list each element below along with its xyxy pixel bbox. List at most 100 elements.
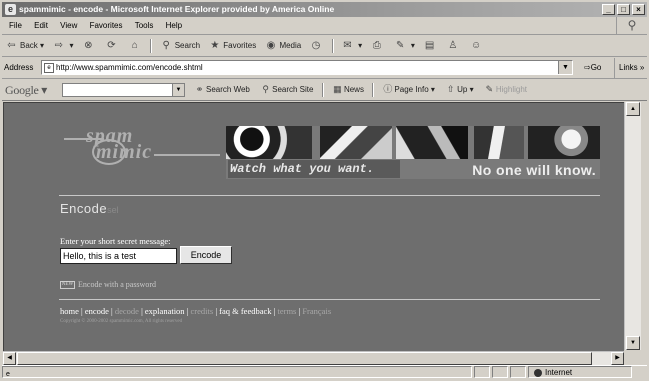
back-button[interactable]: ⇦ Back ▾ <box>5 36 44 56</box>
back-label: Back <box>20 41 38 50</box>
scrollbar-corner <box>624 351 641 364</box>
links-button[interactable]: Links » <box>614 58 644 78</box>
research-button[interactable]: ♙ <box>446 36 461 56</box>
menu-help[interactable]: Help <box>166 18 182 34</box>
close-button[interactable]: × <box>632 4 645 15</box>
copyright-text: Copyright © 2000-2002 spammimic.com, All… <box>60 319 183 324</box>
google-logo[interactable]: Google ▾ <box>5 80 47 100</box>
up-button[interactable]: ⇧ Up ▾ <box>445 80 474 100</box>
google-search-input[interactable]: ▼ <box>62 83 185 97</box>
favorites-label: Favorites <box>223 41 257 50</box>
media-button[interactable]: ◉ Media <box>264 36 302 56</box>
history-icon: ◷ <box>311 40 321 52</box>
menu-favorites[interactable]: Favorites <box>90 18 123 34</box>
history-button[interactable]: ◷ <box>309 36 324 56</box>
scroll-up-arrow-icon[interactable]: ▲ <box>626 102 640 116</box>
nav-faq[interactable]: faq & feedback <box>219 306 271 316</box>
edit-button[interactable]: ✎ ▾ <box>394 36 415 56</box>
home-button[interactable]: ⌂ <box>128 36 143 56</box>
ie-app-icon[interactable]: e <box>5 4 16 15</box>
browser-window: e spammimic - encode - Microsoft Interne… <box>0 0 649 378</box>
search-icon: ⚲ <box>162 40 170 52</box>
highlight-label: Highlight <box>495 85 528 94</box>
horizontal-scroll-thumb[interactable] <box>17 352 592 365</box>
secret-message-input[interactable]: Hello, this is a test <box>60 248 177 264</box>
page-content: spam mimic Watch what you want. No one w… <box>3 102 624 351</box>
spammimic-logo[interactable]: spam mimic <box>64 125 220 167</box>
title-bar: e spammimic - encode - Microsoft Interne… <box>2 2 647 17</box>
banner-photo-2 <box>320 126 392 159</box>
encode-password-link[interactable]: NEW Encode with a password <box>60 280 156 290</box>
forward-button[interactable]: ⇨ ▾ <box>52 36 74 56</box>
status-pane-1 <box>474 366 490 378</box>
menu-edit[interactable]: Edit <box>34 18 48 34</box>
banner-photo-4 <box>474 126 524 159</box>
toolbar-separator <box>331 38 334 53</box>
menu-view[interactable]: View <box>60 18 77 34</box>
nav-home[interactable]: home <box>60 306 79 316</box>
search-button[interactable]: ⚲ Search <box>160 36 201 56</box>
messenger-button[interactable]: ☺ <box>470 36 485 56</box>
new-badge: NEW <box>60 281 75 290</box>
google-search-dropdown[interactable]: ▼ <box>172 84 184 96</box>
zone-label: Internet <box>545 368 573 377</box>
scroll-down-arrow-icon[interactable]: ▼ <box>626 336 640 350</box>
throbber-icon: ⚲ <box>616 17 647 34</box>
minimize-button[interactable]: _ <box>602 4 615 15</box>
address-dropdown-button[interactable]: ▼ <box>558 61 572 74</box>
nav-credits[interactable]: credits <box>191 306 214 316</box>
nav-explanation[interactable]: explanation <box>145 306 185 316</box>
page-info-button[interactable]: ⓘ Page Info ▾ <box>382 80 435 100</box>
window-title: spammimic - encode - Microsoft Internet … <box>19 4 335 14</box>
google-toolbar-buttons: ⚭ Search Web ⚲ Search Site ▦ News ⓘ Page Inf… <box>190 80 531 100</box>
page-title-text: Encode <box>60 201 108 216</box>
nav-francais[interactable]: Français <box>302 306 331 316</box>
stop-button[interactable]: ⊗ <box>82 36 97 56</box>
standard-toolbar: ⇦ Back ▾ ⇨ ▾ ⊗ ⟳ ⌂ ⚲ Search ★ Favorites ◉ Me… <box>2 36 647 57</box>
go-button[interactable]: ⇨Go <box>584 58 601 78</box>
mail-button[interactable]: ✉ ▾ <box>341 36 362 56</box>
nav-decode[interactable]: decode <box>115 306 139 316</box>
print-button[interactable]: ⎙ <box>370 36 385 56</box>
page-title-ghost: sel <box>107 205 119 215</box>
toolbar-separator <box>372 82 375 97</box>
encode-button[interactable]: Encode <box>180 246 232 264</box>
search-web-label: Search Web <box>206 85 250 94</box>
divider-bottom <box>59 299 600 300</box>
menu-file[interactable]: File <box>9 18 22 34</box>
logo-text-mimic: mimic <box>96 141 153 163</box>
menu-tools[interactable]: Tools <box>135 18 154 34</box>
status-pane-2 <box>492 366 508 378</box>
search-web-button[interactable]: ⚭ Search Web <box>194 80 250 100</box>
highlight-button[interactable]: ✎ Highlight <box>484 80 527 100</box>
menu-bar: File Edit View Favorites Tools Help ⚲ <box>2 17 647 35</box>
nav-terms[interactable]: terms <box>277 306 296 316</box>
globe-icon <box>534 368 542 377</box>
message-prompt: Enter your short secret message: <box>60 236 171 246</box>
scroll-left-arrow-icon[interactable]: ◀ <box>3 352 16 365</box>
refresh-button[interactable]: ⟳ <box>105 36 120 56</box>
horizontal-scrollbar[interactable]: ◀ ▶ <box>3 351 624 365</box>
scroll-right-arrow-icon[interactable]: ▶ <box>611 352 624 365</box>
news-icon: ▦ <box>333 84 342 95</box>
media-icon: ◉ <box>266 40 276 52</box>
favorites-button[interactable]: ★ Favorites <box>208 36 256 56</box>
news-button[interactable]: ▦ News <box>332 80 364 100</box>
address-bar: Address e http://www.spammimic.com/encode… <box>2 58 647 79</box>
google-toolbar: Google ▾ ▼ ⚭ Search Web ⚲ Search Site ▦ New… <box>2 80 647 101</box>
address-input[interactable]: e http://www.spammimic.com/encode.shtml ▼ <box>41 60 573 75</box>
window-controls: _ □ × <box>602 4 645 15</box>
search-site-button[interactable]: ⚲ Search Site <box>260 80 313 100</box>
back-arrow-icon: ⇦ <box>7 40 16 52</box>
vertical-scrollbar[interactable]: ▲ ▼ <box>624 102 641 350</box>
nav-encode[interactable]: encode <box>85 306 109 316</box>
address-url: http://www.spammimic.com/encode.shtml <box>56 63 203 72</box>
links-label: Links <box>619 63 638 72</box>
status-bar: e Internet <box>2 365 647 379</box>
status-text-pane: e <box>2 366 472 378</box>
print-icon: ⎙ <box>372 40 381 52</box>
toolbar-separator <box>321 82 324 97</box>
maximize-button[interactable]: □ <box>617 4 630 15</box>
discuss-button[interactable]: ▤ <box>423 36 438 56</box>
forward-arrow-icon: ⇨ <box>54 40 63 52</box>
